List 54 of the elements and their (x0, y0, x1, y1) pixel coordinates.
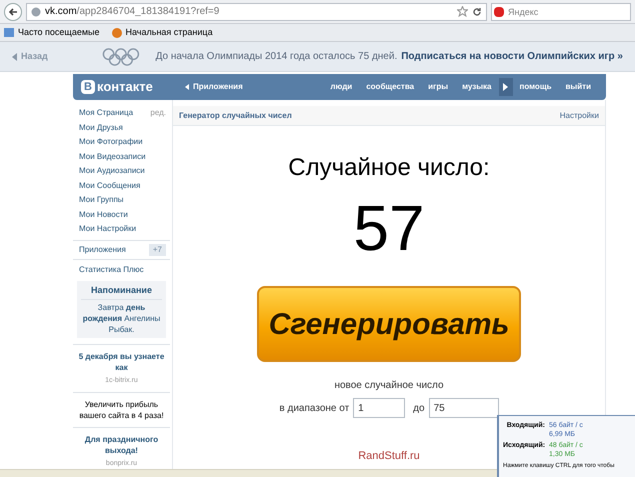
back-arrow-icon (8, 6, 18, 16)
url-path: /app2846704_181384191?ref=9 (76, 5, 220, 19)
app-title: Генератор случайных чисел (179, 110, 292, 122)
bookmark-folder-icon (4, 28, 14, 37)
reload-icon[interactable] (472, 6, 482, 16)
caret-icon (185, 84, 189, 90)
generate-button[interactable]: Сгенерировать (257, 286, 521, 362)
logo-letter: В (81, 80, 95, 94)
nav-link[interactable]: музыка (455, 81, 498, 93)
sidebar-link[interactable]: Мои Группы (79, 194, 124, 206)
nav-link[interactable]: сообщества (359, 81, 422, 93)
sidebar-link[interactable]: Мои Видеозаписи (79, 150, 146, 163)
sidebar-link[interactable]: Мои Настройки (79, 223, 136, 236)
address-field[interactable]: vk.com/app2846704_181384191?ref=9 (26, 2, 487, 20)
logo-text: контакте (97, 78, 154, 96)
sidebar-link[interactable]: Мои Сообщения (79, 180, 140, 192)
settings-link[interactable]: Настройки (560, 110, 599, 122)
reminder-title: Напоминание (81, 284, 162, 300)
banner-text: До начала Олимпиады 2014 года осталось 75 дней. (156, 50, 398, 64)
caption: новое случайное число (334, 379, 444, 393)
to-label: до (413, 402, 425, 416)
sidebar-link[interactable]: Мои Аудиозаписи (79, 165, 145, 178)
sidebar-link[interactable]: Приложения (79, 244, 126, 256)
caret-icon (12, 52, 17, 60)
nav-link[interactable]: выйти (558, 81, 598, 93)
ad-title[interactable]: Для праздничного выхода! (77, 434, 166, 456)
to-field[interactable]: 75 (428, 398, 499, 418)
sidebar-link[interactable]: Мои Фотографии (79, 136, 143, 148)
apps-link[interactable]: Приложения (185, 81, 243, 93)
random-number: 57 (353, 191, 425, 266)
sidebar-link[interactable]: Статистика Плюс (79, 264, 144, 274)
sidebar-link[interactable]: Мои Друзья (79, 122, 123, 134)
range-label: в диапазоне от (279, 402, 350, 416)
heading: Случайное число: (288, 153, 490, 183)
star-icon[interactable] (457, 6, 468, 17)
sidebar-link[interactable]: Моя Страница (79, 107, 134, 120)
nav-link[interactable]: люди (323, 81, 360, 93)
nav-link[interactable]: игры (421, 81, 456, 93)
apps-count-badge: +7 (148, 244, 166, 256)
url-host: vk.com (45, 5, 77, 19)
olympic-rings-icon (102, 46, 140, 66)
ad-title[interactable]: 5 декабря вы узнаете как (77, 351, 166, 373)
nav-link[interactable]: помощь (512, 81, 558, 93)
sidebar-link[interactable]: Мои Новости (79, 208, 128, 221)
play-icon[interactable] (498, 78, 512, 96)
reminder-text: Завтра день рождения Ангелины Рыбак. (82, 302, 162, 335)
footer-link[interactable]: RandStuff.ru (358, 448, 420, 464)
search-field[interactable]: Яндекс (491, 2, 631, 20)
back-button[interactable] (4, 2, 22, 20)
from-field[interactable]: 1 (353, 398, 406, 418)
bookmark-link[interactable]: Начальная страница (112, 26, 213, 40)
ad-text: Увеличить прибыль вашего сайта в 4 раза! (78, 399, 165, 421)
bookmark-link[interactable]: Часто посещаемые (4, 26, 100, 40)
subscribe-link[interactable]: Подписаться на новости Олимпийских игр » (401, 49, 623, 64)
